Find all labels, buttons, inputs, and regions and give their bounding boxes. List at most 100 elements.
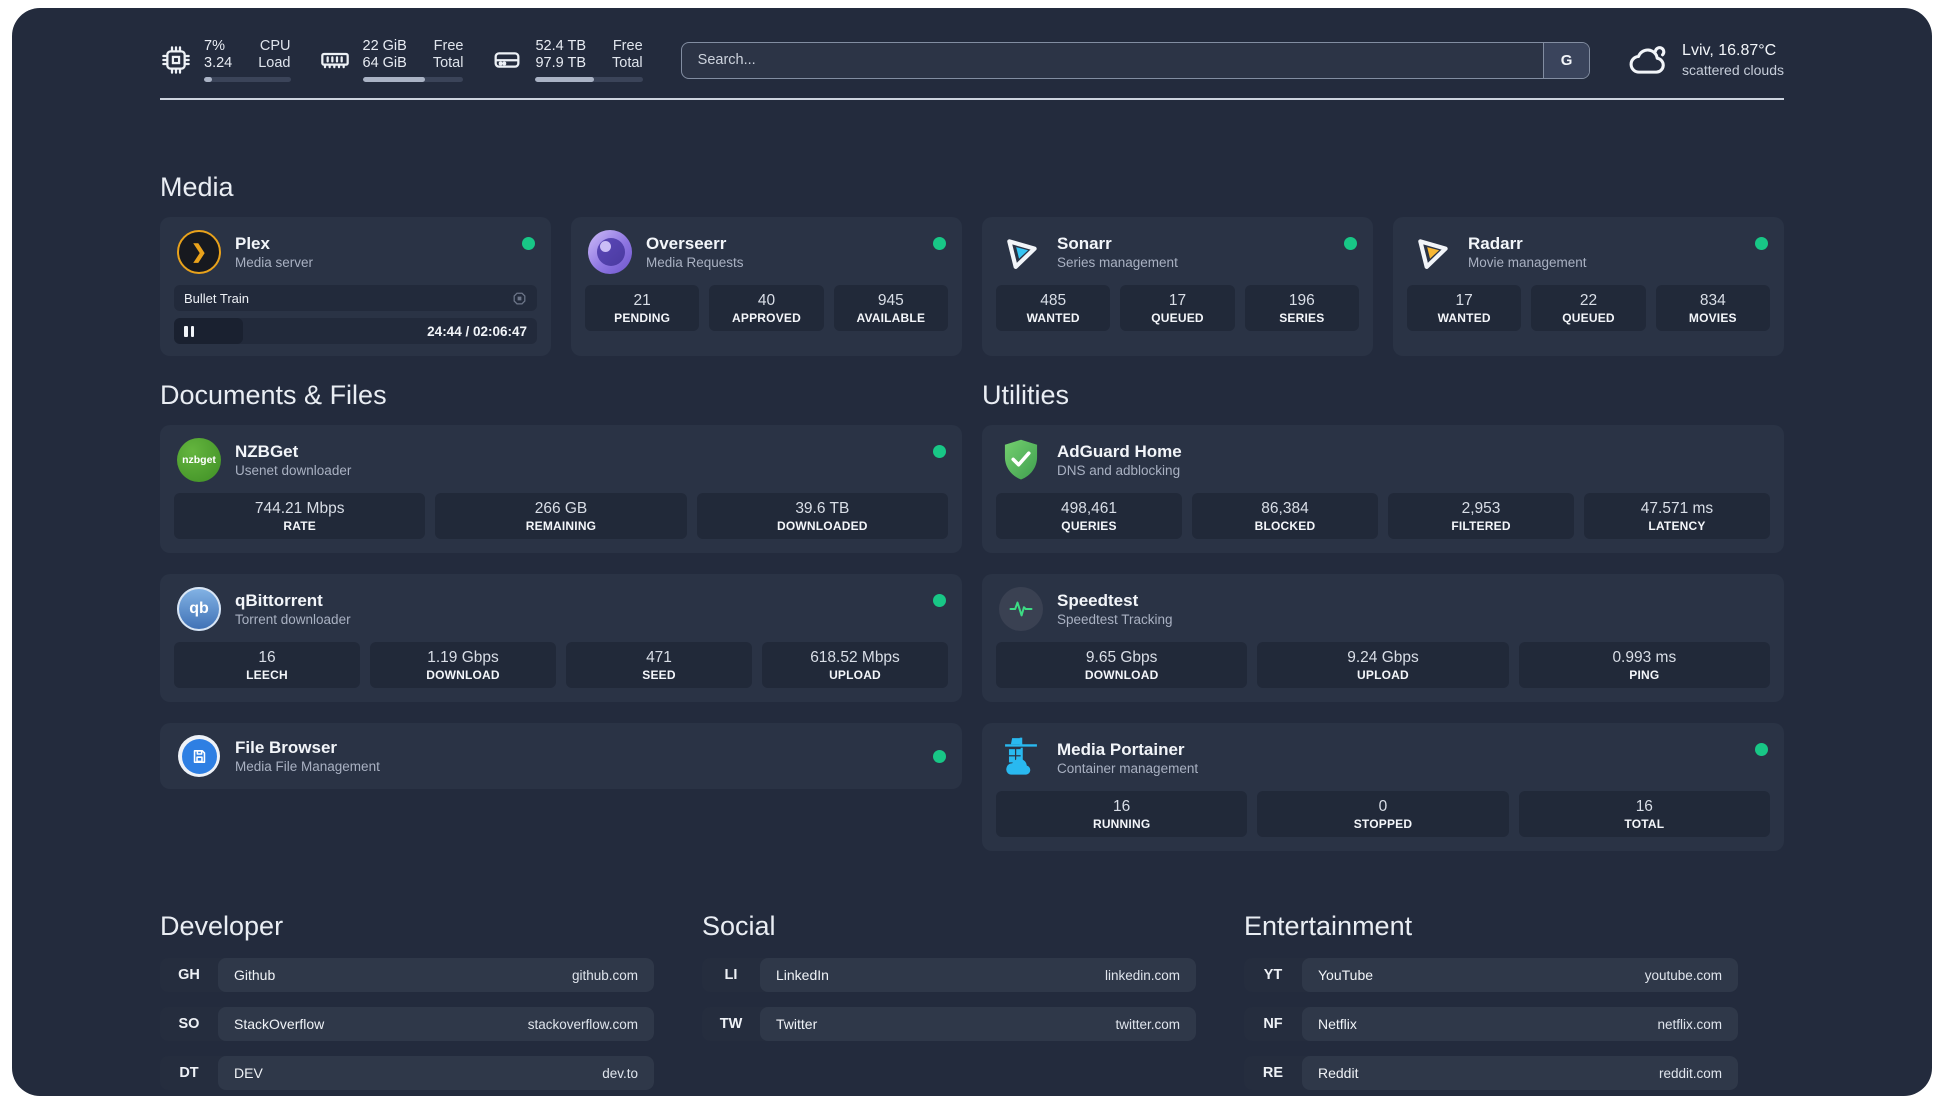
app-card-adguard[interactable]: AdGuard Home DNS and adblocking 498,461 Q… [982, 425, 1784, 553]
link-name: Github [234, 967, 276, 983]
link-url: stackoverflow.com [527, 1016, 638, 1032]
link-name: Netflix [1318, 1016, 1357, 1032]
link-netflix[interactable]: NF Netflix netflix.com [1244, 1007, 1738, 1041]
plex-progress-bar[interactable]: 24:44 / 02:06:47 [174, 318, 537, 344]
portainer-icon [1005, 737, 1037, 775]
section-title-developer: Developer [160, 911, 284, 941]
stat-download: 9.65 Gbps DOWNLOAD [996, 642, 1248, 688]
app-card-plex[interactable]: ❯ Plex Media server Bullet Train 24:44 /… [160, 217, 551, 356]
search-input[interactable] [681, 42, 1544, 78]
section-title-entertainment: Entertainment [1244, 911, 1413, 941]
section-title-media: Media [160, 172, 234, 202]
link-name: DEV [234, 1065, 263, 1081]
plex-icon: ❯ [177, 230, 221, 274]
stat-filtered: 2,953 FILTERED [1388, 493, 1574, 539]
link-url: youtube.com [1644, 967, 1722, 983]
app-card-radarr[interactable]: Radarr Movie management 17 WANTED 22 QUEUE… [1393, 217, 1784, 356]
link-reddit[interactable]: RE Reddit reddit.com [1244, 1056, 1738, 1090]
link-linkedin[interactable]: LI LinkedIn linkedin.com [702, 958, 1196, 992]
link-abbr: LI [724, 967, 738, 983]
cpu-load-label: Load [258, 55, 291, 71]
app-description: DNS and adblocking [1057, 462, 1181, 478]
app-description: Movie management [1468, 254, 1587, 270]
weather-widget[interactable]: Lviv, 16.87°C scattered clouds [1628, 41, 1784, 79]
pause-icon[interactable] [184, 325, 194, 337]
status-dot [1755, 237, 1768, 250]
status-dot [1344, 237, 1357, 250]
app-description: Series management [1057, 254, 1178, 270]
app-card-filebrowser[interactable]: File Browser Media File Management [160, 723, 962, 789]
stat-series: 196 SERIES [1244, 285, 1359, 331]
app-description: Media server [235, 254, 314, 270]
stat-ping: 0.993 ms PING [1518, 642, 1770, 688]
stat-available: 945 AVAILABLE [833, 285, 948, 331]
app-name: Radarr [1468, 233, 1523, 253]
app-card-nzbget[interactable]: nzbget NZBGet Usenet downloader 744.21 M… [160, 425, 962, 553]
section-title-utilities: Utilities [982, 380, 1070, 410]
status-dot [933, 594, 946, 607]
stat-movies: 834 MOVIES [1655, 285, 1770, 331]
link-name: LinkedIn [776, 967, 829, 983]
ram-free-label: Free [433, 38, 464, 54]
link-twitter[interactable]: TW Twitter twitter.com [702, 1007, 1196, 1041]
disk-free-label: Free [612, 38, 643, 54]
app-name: Plex [235, 233, 270, 253]
link-name: YouTube [1318, 967, 1374, 983]
stat-running: 16 RUNNING [996, 791, 1248, 837]
stat-wanted: 485 WANTED [996, 285, 1111, 331]
app-name: Overseerr [646, 233, 727, 253]
app-card-qbittorrent[interactable]: qb qBittorrent Torrent downloader 16 LEEC… [160, 574, 962, 702]
cpu-load-value: 3.24 [204, 55, 233, 71]
header-divider [160, 98, 1784, 100]
app-name: File Browser [235, 737, 338, 757]
stat-queued: 17 QUEUED [1120, 285, 1235, 331]
link-github[interactable]: GH Github github.com [160, 958, 654, 992]
link-url: netflix.com [1657, 1016, 1722, 1032]
app-card-overseerr[interactable]: Overseerr Media Requests 21 PENDING 40 APP… [571, 217, 962, 356]
disk-icon [495, 52, 520, 68]
plex-now-playing: Bullet Train [174, 285, 537, 311]
app-card-speedtest[interactable]: Speedtest Speedtest Tracking 9.65 Gbps DO… [982, 574, 1784, 702]
link-abbr: SO [178, 1016, 200, 1032]
links-section-developer: Developer GH Github github.com SO StackO… [160, 911, 654, 1090]
stat-seed: 471 SEED [566, 642, 752, 688]
link-url: twitter.com [1115, 1016, 1180, 1032]
cpu-widget: 7% CPU 3.24 Load [160, 38, 291, 82]
link-url: reddit.com [1658, 1065, 1722, 1081]
disk-total-label: Total [612, 55, 643, 71]
section-title-documents: Documents & Files [160, 380, 387, 410]
disk-widget: 52.4 TB Free 97.9 TB Total [491, 38, 643, 82]
link-abbr: TW [719, 1016, 743, 1032]
app-card-sonarr[interactable]: Sonarr Series management 485 WANTED 17 QUE… [982, 217, 1373, 356]
disk-progress-bar [535, 77, 643, 82]
ram-total-value: 64 GiB [362, 55, 407, 71]
app-description: Speedtest Tracking [1057, 611, 1173, 627]
now-playing-title: Bullet Train [184, 290, 250, 306]
app-description: Media File Management [235, 758, 380, 774]
target-icon[interactable] [512, 291, 527, 306]
app-name: Sonarr [1057, 233, 1112, 253]
link-dev[interactable]: DT DEV dev.to [160, 1056, 654, 1090]
stat-downloaded: 39.6 TB DOWNLOADED [696, 493, 948, 539]
link-stackoverflow[interactable]: SO StackOverflow stackoverflow.com [160, 1007, 654, 1041]
link-abbr: RE [1262, 1065, 1284, 1081]
adguard-icon [1004, 439, 1038, 480]
search-engine-button[interactable]: G [1543, 42, 1590, 78]
ram-free-value: 22 GiB [362, 38, 407, 54]
stat-blocked: 86,384 BLOCKED [1192, 493, 1378, 539]
stat-leech: 16 LEECH [174, 642, 360, 688]
cpu-usage-value: 7% [204, 38, 225, 54]
stat-total: 16 TOTAL [1518, 791, 1770, 837]
link-name: StackOverflow [234, 1016, 325, 1032]
link-url: dev.to [602, 1065, 638, 1081]
link-abbr: DT [179, 1065, 199, 1081]
link-youtube[interactable]: YT YouTube youtube.com [1244, 958, 1738, 992]
app-name: Media Portainer [1057, 739, 1185, 759]
app-card-portainer[interactable]: Media Portainer Container management 16 R… [982, 723, 1784, 851]
app-name: qBittorrent [235, 590, 323, 610]
filebrowser-icon [178, 735, 220, 777]
stat-wanted: 17 WANTED [1407, 285, 1522, 331]
status-dot [933, 445, 946, 458]
ram-icon [320, 52, 349, 69]
disk-total-value: 97.9 TB [535, 55, 587, 71]
